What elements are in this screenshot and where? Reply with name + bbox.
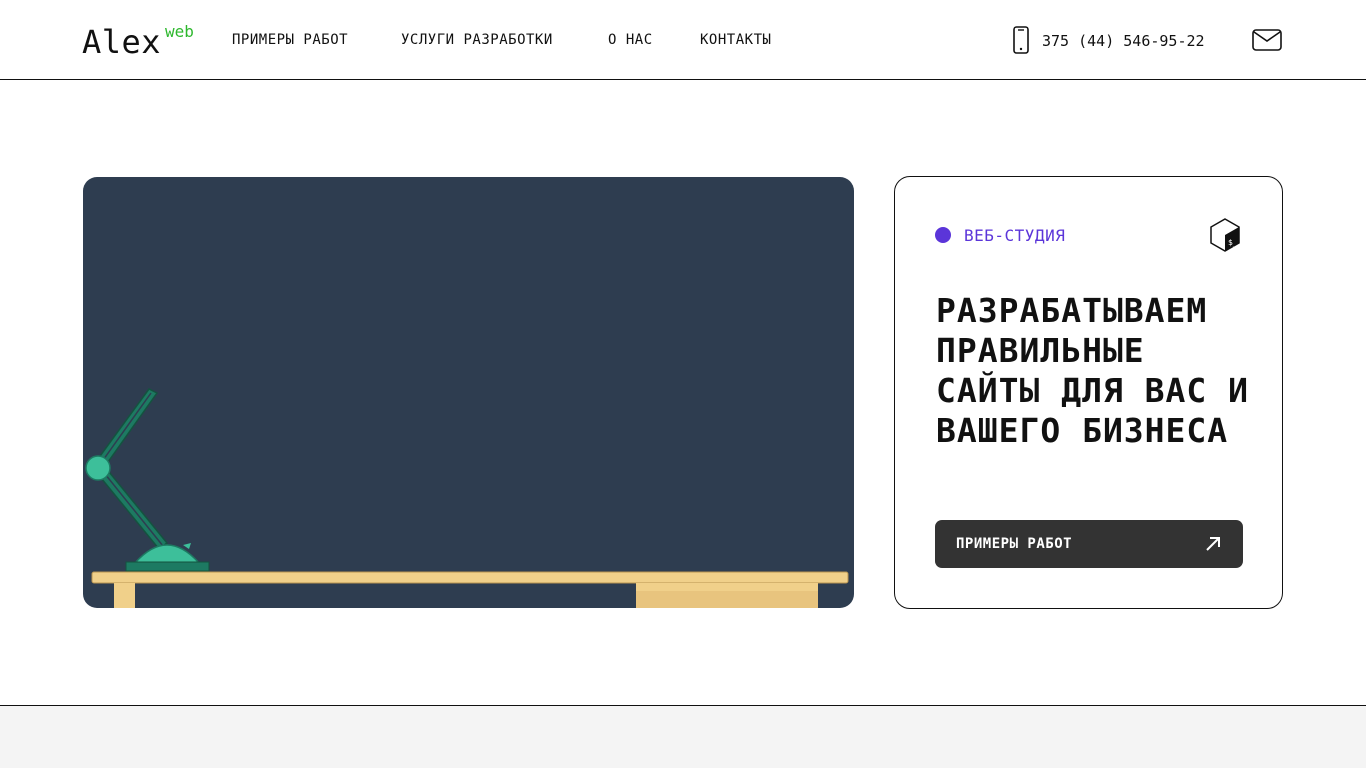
examples-button[interactable]: ПРИМЕРЫ РАБОТ <box>935 520 1243 568</box>
site-header: Alex web ПРИМЕРЫ РАБОТ УСЛУГИ РАЗРАБОТКИ… <box>0 0 1366 80</box>
logo[interactable]: Alex <box>82 24 161 60</box>
badge-label: ВЕБ-СТУДИЯ <box>964 226 1066 245</box>
terminal-cube-icon: $_ <box>1208 217 1242 253</box>
desk <box>91 571 849 608</box>
hero-illustration <box>83 177 854 608</box>
examples-button-label: ПРИМЕРЫ РАБОТ <box>956 536 1073 552</box>
phone-icon <box>1010 26 1032 54</box>
svg-text:$_: $_ <box>1228 238 1238 247</box>
arrow-up-right-icon <box>1203 534 1223 554</box>
nav-about[interactable]: О НАС <box>608 32 653 48</box>
next-section <box>0 705 1366 768</box>
logo-superscript: web <box>165 22 194 41</box>
mail-icon[interactable] <box>1251 27 1283 53</box>
nav-examples[interactable]: ПРИМЕРЫ РАБОТ <box>232 32 348 48</box>
phone-link[interactable]: 375 (44) 546-95-22 <box>1042 32 1205 50</box>
nav-contacts[interactable]: КОНТАКТЫ <box>700 32 771 48</box>
lamp-icon <box>85 388 210 572</box>
desk-lamp-illustration <box>85 388 849 608</box>
hero-card: ВЕБ-СТУДИЯ $_ РАЗРАБАТЫВАЕМ ПРАВИЛЬНЫЕ С… <box>894 176 1283 609</box>
badge-dot <box>935 227 951 243</box>
hero-headline: РАЗРАБАТЫВАЕМ ПРАВИЛЬНЫЕ САЙТЫ ДЛЯ ВАС И… <box>936 291 1250 450</box>
nav-services[interactable]: УСЛУГИ РАЗРАБОТКИ <box>401 32 553 48</box>
